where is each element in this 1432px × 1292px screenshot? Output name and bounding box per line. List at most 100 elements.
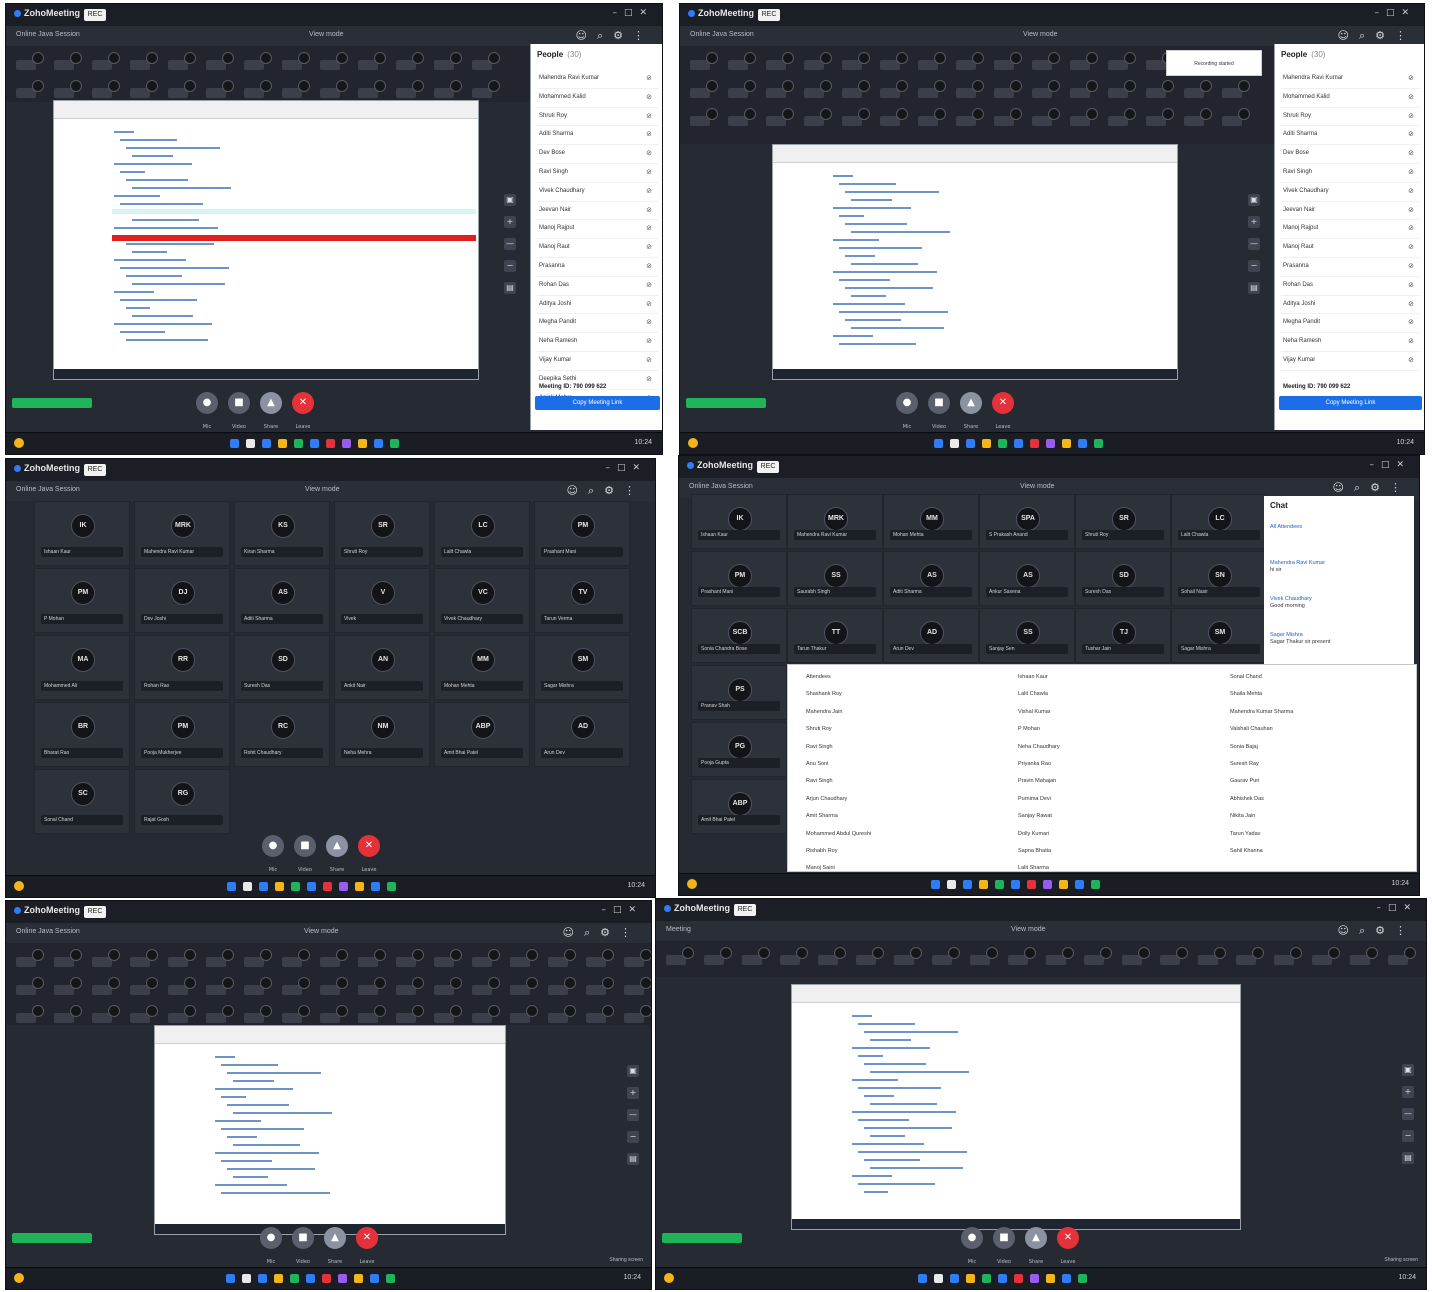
taskbar-app-icon[interactable] bbox=[262, 439, 271, 448]
list-item[interactable]: Rohan Das ⊘ bbox=[537, 277, 658, 296]
mic-icon[interactable]: ⊘ bbox=[1408, 112, 1414, 120]
thumbnail-avatar[interactable] bbox=[70, 1005, 82, 1017]
thumbnail-avatar[interactable] bbox=[184, 80, 196, 92]
thumbnail-avatar[interactable] bbox=[374, 949, 386, 961]
thumbnail-avatar[interactable] bbox=[1062, 947, 1074, 959]
participant-tile[interactable]: DJ Dev Joshi bbox=[134, 568, 230, 633]
taskbar-app-icon[interactable] bbox=[934, 1274, 943, 1283]
thumbnail-avatar[interactable] bbox=[1162, 108, 1174, 120]
thumbnail-avatar[interactable] bbox=[412, 52, 424, 64]
thumbnail-avatar[interactable] bbox=[744, 80, 756, 92]
taskbar-app-icon[interactable] bbox=[998, 439, 1007, 448]
thumbnail-avatar[interactable] bbox=[1048, 80, 1060, 92]
thumbnail-avatar[interactable] bbox=[1238, 80, 1250, 92]
participant-tile[interactable]: PM Prashant Mani bbox=[691, 551, 787, 606]
taskbar-app-icon[interactable] bbox=[374, 439, 383, 448]
attendee-name[interactable]: Shruti Roy bbox=[806, 723, 871, 740]
taskbar-app-icon[interactable] bbox=[1046, 439, 1055, 448]
taskbar-app-icon[interactable] bbox=[979, 880, 988, 889]
participant-tile[interactable]: SR Shruti Roy bbox=[1075, 494, 1171, 549]
thumbnail-avatar[interactable] bbox=[32, 80, 44, 92]
zoom-tool-icon[interactable]: ▤ bbox=[1402, 1152, 1414, 1164]
thumbnail-avatar[interactable] bbox=[222, 1005, 234, 1017]
participant-tile[interactable]: TJ Tushar Jain bbox=[1075, 608, 1171, 663]
thumbnail-avatar[interactable] bbox=[1086, 52, 1098, 64]
taskbar-app-icon[interactable] bbox=[290, 1274, 299, 1283]
thumbnail-avatar[interactable] bbox=[32, 52, 44, 64]
participant-tile[interactable]: VC Vivek Chaudhary bbox=[434, 568, 530, 633]
mic-icon[interactable]: ⊘ bbox=[1408, 206, 1414, 214]
thumbnail-avatar[interactable] bbox=[858, 80, 870, 92]
weather-icon[interactable] bbox=[14, 1273, 24, 1283]
toolbar-icons[interactable]: ☺⌕⚙⋮ bbox=[567, 484, 646, 498]
system-clock[interactable]: 10:24 bbox=[1391, 880, 1409, 887]
taskbar-app-icon[interactable] bbox=[386, 1274, 395, 1283]
attendee-name[interactable]: Ravi Singh bbox=[806, 775, 871, 792]
mic-icon[interactable]: ⊘ bbox=[1408, 243, 1414, 251]
taskbar-app-icon[interactable] bbox=[966, 1274, 975, 1283]
participant-tile[interactable]: PM P Mohan bbox=[34, 568, 130, 633]
taskbar-app-icon[interactable] bbox=[307, 882, 316, 891]
thumbnail-avatar[interactable] bbox=[146, 1005, 158, 1017]
attendee-name[interactable]: Neha Chaudhary bbox=[1018, 741, 1060, 758]
thumbnail-avatar[interactable] bbox=[782, 80, 794, 92]
thumbnail-avatar[interactable] bbox=[260, 949, 272, 961]
thumbnail-avatar[interactable] bbox=[1200, 108, 1212, 120]
system-clock[interactable]: 10:24 bbox=[634, 439, 652, 446]
thumbnail-avatar[interactable] bbox=[32, 1005, 44, 1017]
thumbnail-avatar[interactable] bbox=[374, 52, 386, 64]
thumbnail-avatar[interactable] bbox=[450, 949, 462, 961]
thumbnail-avatar[interactable] bbox=[260, 80, 272, 92]
thumbnail-avatar[interactable] bbox=[526, 949, 538, 961]
share-button[interactable]: ▲ Share bbox=[324, 1227, 346, 1265]
thumbnail-avatar[interactable] bbox=[526, 977, 538, 989]
attendee-name[interactable]: Sahil Khanna bbox=[1230, 845, 1293, 862]
participant-tile[interactable]: SS Sanjay Sen bbox=[979, 608, 1075, 663]
taskbar-app-icon[interactable] bbox=[274, 1274, 283, 1283]
taskbar-app-icon[interactable] bbox=[1011, 880, 1020, 889]
list-item[interactable]: Vivek Chaudhary ⊘ bbox=[1281, 183, 1420, 202]
taskbar-app-icon[interactable] bbox=[358, 439, 367, 448]
window-controls[interactable]: –□✕ bbox=[605, 463, 647, 473]
list-item[interactable]: Aditya Joshi ⊘ bbox=[537, 296, 658, 315]
thumbnail-avatar[interactable] bbox=[640, 949, 651, 961]
thumbnail-avatar[interactable] bbox=[602, 1005, 614, 1017]
thumbnail-avatar[interactable] bbox=[706, 108, 718, 120]
mic-icon[interactable]: ⊘ bbox=[1408, 130, 1414, 138]
attendee-name[interactable]: Attendees bbox=[806, 671, 871, 688]
participant-tile[interactable]: KS Kiran Sharma bbox=[234, 501, 330, 566]
taskbar-app-icon[interactable] bbox=[371, 882, 380, 891]
list-item[interactable]: Vijay Kumar ⊘ bbox=[1281, 352, 1420, 371]
thumbnail-avatar[interactable] bbox=[146, 949, 158, 961]
participant-tile[interactable]: SC Sonal Chand bbox=[34, 769, 130, 834]
thumbnail-avatar[interactable] bbox=[70, 52, 82, 64]
taskbar-app-icon[interactable] bbox=[230, 439, 239, 448]
attendee-name[interactable]: Lalit Chawla bbox=[1018, 688, 1060, 705]
participant-tile[interactable]: SD Suresh Das bbox=[234, 635, 330, 700]
thumbnail-avatar[interactable] bbox=[450, 977, 462, 989]
attendee-name[interactable]: Suresh Ray bbox=[1230, 758, 1293, 775]
thumbnail-avatar[interactable] bbox=[602, 977, 614, 989]
thumbnail-avatar[interactable] bbox=[222, 80, 234, 92]
thumbnail-avatar[interactable] bbox=[872, 947, 884, 959]
list-item[interactable]: Manoj Rajput ⊘ bbox=[537, 220, 658, 240]
attendee-name[interactable]: Gaurav Puri bbox=[1230, 775, 1293, 792]
video-button[interactable]: ■ Video bbox=[993, 1227, 1015, 1265]
leave-button[interactable]: ✕ Leave bbox=[1057, 1227, 1079, 1265]
thumbnail-avatar[interactable] bbox=[412, 949, 424, 961]
attendee-name[interactable]: Mahendra Jain bbox=[806, 706, 871, 723]
taskbar-app-icon[interactable] bbox=[950, 439, 959, 448]
attendee-name[interactable]: Ravi Singh bbox=[806, 741, 871, 758]
taskbar-app-icon[interactable] bbox=[310, 439, 319, 448]
participant-tile[interactable]: RG Rajat Gosh bbox=[134, 769, 230, 834]
taskbar-app-icon[interactable] bbox=[354, 1274, 363, 1283]
taskbar-app-icon[interactable] bbox=[1078, 439, 1087, 448]
zoom-tool-icon[interactable]: ▤ bbox=[627, 1153, 639, 1165]
thumbnail-avatar[interactable] bbox=[374, 80, 386, 92]
thumbnail-avatar[interactable] bbox=[260, 977, 272, 989]
taskbar-app-icon[interactable] bbox=[1043, 880, 1052, 889]
view-mode-select[interactable]: View mode bbox=[309, 31, 344, 38]
thumbnail-avatar[interactable] bbox=[972, 108, 984, 120]
taskbar-app-icon[interactable] bbox=[963, 880, 972, 889]
system-clock[interactable]: 10:24 bbox=[627, 882, 645, 889]
